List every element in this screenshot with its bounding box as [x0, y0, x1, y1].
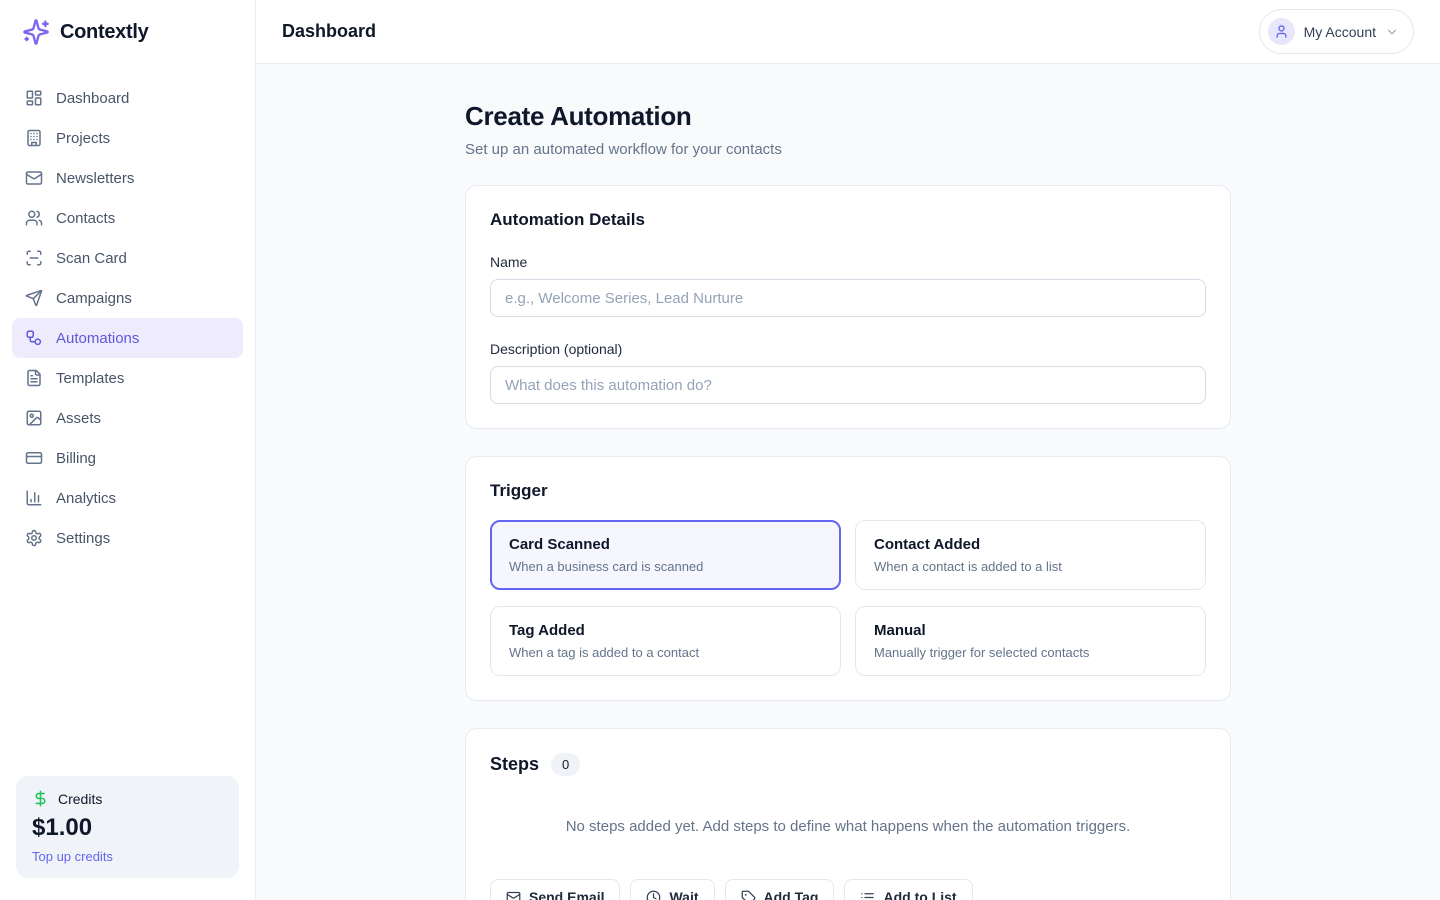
building-icon [25, 129, 43, 147]
trigger-option-title: Card Scanned [509, 536, 822, 553]
bar-chart-icon [25, 489, 43, 507]
credits-card: Credits $1.00 Top up credits [16, 776, 239, 878]
sidebar-item-label: Campaigns [56, 290, 132, 307]
sidebar-item-label: Settings [56, 530, 110, 547]
sidebar-item-label: Billing [56, 450, 96, 467]
sidebar-item-label: Projects [56, 130, 110, 147]
automation-details-heading: Automation Details [490, 210, 1206, 230]
step-action-buttons: Send Email Wait Add Tag Add to List [490, 879, 1206, 900]
brand-name: Contextly [60, 21, 148, 44]
page-title: Create Automation [465, 101, 1231, 132]
credits-amount: $1.00 [32, 814, 223, 842]
trigger-option-title: Tag Added [509, 622, 822, 639]
sidebar-item-analytics[interactable]: Analytics [12, 478, 243, 518]
description-label: Description (optional) [490, 341, 1206, 357]
trigger-options: Card Scanned When a business card is sca… [490, 520, 1206, 676]
chevron-down-icon [1385, 25, 1399, 39]
sidebar-item-billing[interactable]: Billing [12, 438, 243, 478]
automation-description-input[interactable] [490, 366, 1206, 404]
mail-icon [506, 890, 521, 900]
sidebar-item-settings[interactable]: Settings [12, 518, 243, 558]
account-menu-button[interactable]: My Account [1259, 9, 1414, 54]
sidebar-item-dashboard[interactable]: Dashboard [12, 78, 243, 118]
trigger-option-contact-added[interactable]: Contact Added When a contact is added to… [855, 520, 1206, 590]
credits-label: Credits [58, 791, 102, 807]
trigger-option-title: Contact Added [874, 536, 1187, 553]
list-icon [860, 890, 875, 900]
sidebar: Contextly Dashboard Projects Newsletters… [0, 0, 256, 900]
sidebar-item-campaigns[interactable]: Campaigns [12, 278, 243, 318]
trigger-option-description: When a contact is added to a list [874, 559, 1187, 574]
workflow-icon [25, 329, 43, 347]
trigger-option-tag-added[interactable]: Tag Added When a tag is added to a conta… [490, 606, 841, 676]
top-up-credits-link[interactable]: Top up credits [32, 849, 223, 864]
add-tag-button[interactable]: Add Tag [725, 879, 835, 900]
sidebar-item-scan-card[interactable]: Scan Card [12, 238, 243, 278]
credit-card-icon [25, 449, 43, 467]
trigger-option-title: Manual [874, 622, 1187, 639]
dollar-icon [32, 790, 49, 807]
sidebar-item-label: Templates [56, 370, 124, 387]
automation-name-input[interactable] [490, 279, 1206, 317]
name-label: Name [490, 254, 1206, 270]
trigger-option-description: When a tag is added to a contact [509, 645, 822, 660]
automation-details-card: Automation Details Name Description (opt… [465, 185, 1231, 429]
page-subtitle: Set up an automated workflow for your co… [465, 141, 1231, 158]
clock-icon [646, 890, 661, 900]
dashboard-grid-icon [25, 89, 43, 107]
account-label: My Account [1304, 24, 1376, 40]
steps-empty-message: No steps added yet. Add steps to define … [490, 818, 1206, 835]
trigger-option-manual[interactable]: Manual Manually trigger for selected con… [855, 606, 1206, 676]
sidebar-item-contacts[interactable]: Contacts [12, 198, 243, 238]
sparkles-logo-icon [22, 18, 50, 46]
steps-count-badge: 0 [551, 753, 580, 776]
trigger-option-card-scanned[interactable]: Card Scanned When a business card is sca… [490, 520, 841, 590]
users-icon [25, 209, 43, 227]
sidebar-nav: Dashboard Projects Newsletters Contacts … [0, 64, 255, 572]
button-label: Wait [669, 889, 698, 900]
send-email-button[interactable]: Send Email [490, 879, 620, 900]
sidebar-item-projects[interactable]: Projects [12, 118, 243, 158]
button-label: Add Tag [764, 889, 819, 900]
sidebar-item-assets[interactable]: Assets [12, 398, 243, 438]
avatar [1268, 18, 1295, 45]
trigger-card: Trigger Card Scanned When a business car… [465, 456, 1231, 701]
trigger-heading: Trigger [490, 481, 1206, 501]
main-content: Create Automation Set up an automated wo… [256, 64, 1440, 900]
brand: Contextly [0, 0, 255, 64]
steps-card: Steps 0 No steps added yet. Add steps to… [465, 728, 1231, 900]
steps-heading: Steps [490, 754, 539, 775]
sidebar-item-label: Assets [56, 410, 101, 427]
main-column: Dashboard My Account Create Automation S… [256, 0, 1440, 900]
send-icon [25, 289, 43, 307]
button-label: Send Email [529, 889, 604, 900]
sidebar-item-templates[interactable]: Templates [12, 358, 243, 398]
scan-icon [25, 249, 43, 267]
file-text-icon [25, 369, 43, 387]
gear-icon [25, 529, 43, 547]
trigger-option-description: Manually trigger for selected contacts [874, 645, 1187, 660]
wait-button[interactable]: Wait [630, 879, 714, 900]
tag-icon [741, 890, 756, 900]
sidebar-item-label: Automations [56, 330, 139, 347]
mail-icon [25, 169, 43, 187]
sidebar-item-label: Dashboard [56, 90, 129, 107]
sidebar-item-automations[interactable]: Automations [12, 318, 243, 358]
sidebar-item-label: Analytics [56, 490, 116, 507]
sidebar-item-newsletters[interactable]: Newsletters [12, 158, 243, 198]
image-icon [25, 409, 43, 427]
add-to-list-button[interactable]: Add to List [844, 879, 972, 900]
trigger-option-description: When a business card is scanned [509, 559, 822, 574]
sidebar-item-label: Scan Card [56, 250, 127, 267]
topbar-title: Dashboard [282, 21, 376, 42]
button-label: Add to List [883, 889, 956, 900]
sidebar-item-label: Contacts [56, 210, 115, 227]
top-bar: Dashboard My Account [256, 0, 1440, 64]
sidebar-item-label: Newsletters [56, 170, 134, 187]
